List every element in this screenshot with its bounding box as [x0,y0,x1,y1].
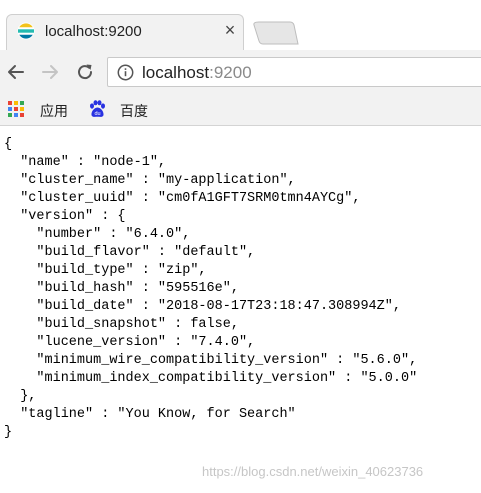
bookmark-apps[interactable]: 应用 [40,101,68,121]
close-tab-icon[interactable]: × [221,21,239,39]
svg-text:du: du [94,111,100,117]
tab-title: localhost:9200 [45,23,142,40]
json-line: "build_type" : "zip", [4,263,207,278]
baidu-paw-icon[interactable]: du [88,100,106,118]
json-line: "build_hash" : "595516e", [4,281,239,296]
json-line: } [4,425,13,440]
json-response: { "name" : "node-1", "cluster_name" : "m… [4,136,479,466]
json-line: "build_flavor" : "default", [4,245,256,260]
bookmarks-bar: 应用 du 百度 [0,94,481,126]
json-line: { [4,137,13,152]
json-line: "build_date" : "2018-08-17T23:18:47.3089… [4,299,401,314]
browser-toolbar: localhost:9200 [0,50,481,94]
json-line: "cluster_name" : "my-application", [4,173,296,188]
bookmark-baidu[interactable]: 百度 [120,101,148,121]
tab-strip: localhost:9200 × [0,0,481,50]
address-bar[interactable]: localhost:9200 [107,57,481,87]
json-line: "minimum_wire_compatibility_version" : "… [4,353,418,368]
json-line: "build_snapshot" : false, [4,317,239,332]
json-line: "version" : { [4,209,126,224]
json-line: "lucene_version" : "7.4.0", [4,335,256,350]
info-icon[interactable] [117,64,134,81]
json-line: "name" : "node-1", [4,155,167,170]
apps-grid-icon[interactable] [8,101,24,117]
json-line: "tagline" : "You Know, for Search" [4,407,296,422]
back-icon[interactable] [5,61,27,83]
url-text: localhost:9200 [142,63,252,83]
elastic-logo-icon [17,22,35,40]
json-line: "cluster_uuid" : "cm0fA1GFT7SRM0tmn4AYCg… [4,191,361,206]
json-line: "minimum_index_compatibility_version" : … [4,371,418,386]
json-line: "number" : "6.4.0", [4,227,191,242]
url-host: localhost [142,63,210,82]
browser-tab[interactable]: localhost:9200 × [6,14,244,50]
reload-icon[interactable] [74,61,96,83]
watermark-text: https://blog.csdn.net/weixin_40623736 [202,464,424,479]
new-tab-button[interactable] [252,20,300,46]
json-line: }, [4,389,37,404]
url-port: :9200 [209,63,252,82]
forward-icon[interactable] [39,61,61,83]
